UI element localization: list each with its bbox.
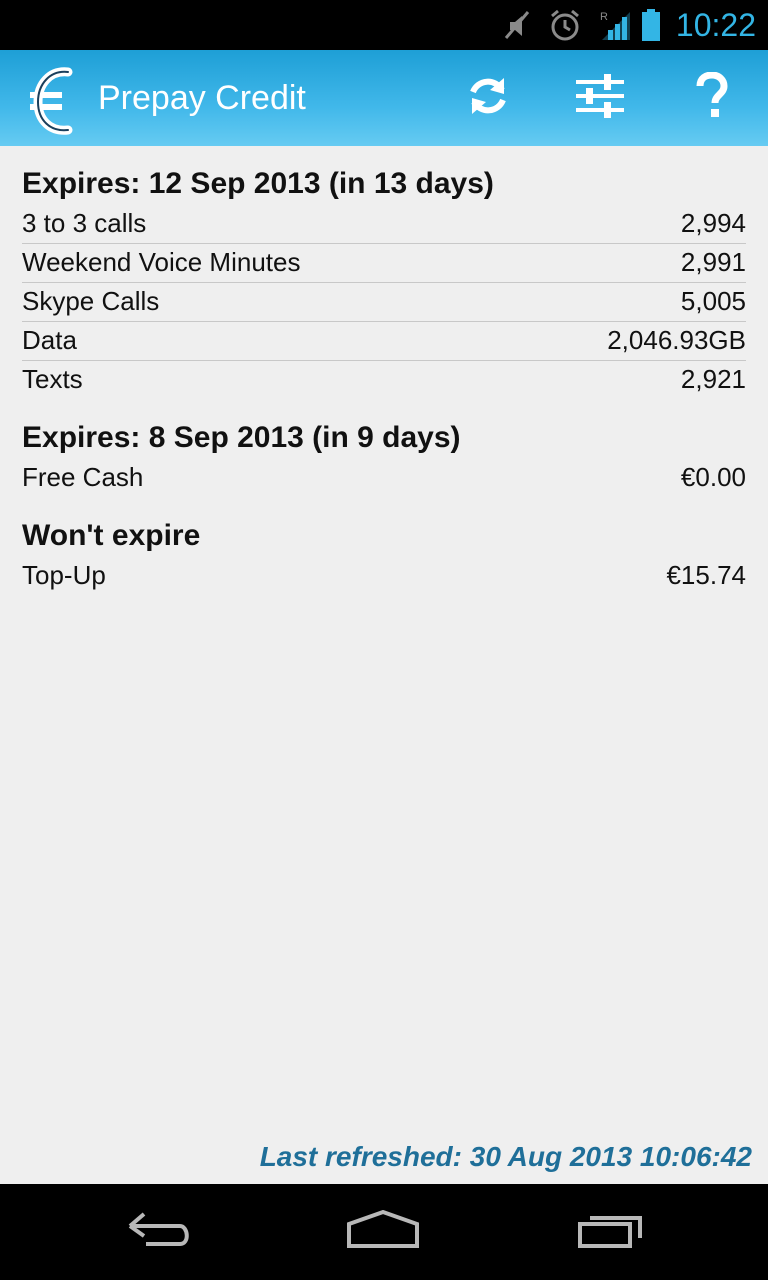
item-label: Texts (22, 364, 83, 394)
last-refreshed-text: Last refreshed: 30 Aug 2013 10:06:42 (259, 1141, 752, 1172)
section-heading: Won't expire (22, 519, 201, 552)
item-value: €0.00 (680, 462, 746, 492)
list-item[interactable]: Skype Calls 5,005 (22, 282, 746, 322)
refresh-button[interactable] (452, 66, 524, 130)
item-value: 2,991 (680, 247, 746, 277)
back-button[interactable] (104, 1204, 214, 1260)
item-value: 2,921 (680, 364, 746, 394)
euro-phone-icon[interactable] (28, 66, 80, 136)
battery-icon (640, 8, 662, 46)
action-bar: Prepay Credit (0, 50, 768, 146)
list-item[interactable]: 3 to 3 calls 2,994 (22, 204, 746, 244)
item-label: Top-Up (22, 560, 106, 590)
mute-icon (502, 8, 532, 46)
status-bar: R 10:22 (0, 0, 768, 50)
refresh-icon (464, 72, 512, 124)
list-item[interactable]: Weekend Voice Minutes 2,991 (22, 243, 746, 283)
item-label: Weekend Voice Minutes (22, 247, 301, 277)
settings-button[interactable] (564, 66, 636, 130)
item-value: 2,046.93GB (607, 325, 746, 355)
item-label: Free Cash (22, 462, 144, 492)
help-button[interactable] (676, 66, 748, 130)
list-item[interactable]: Texts 2,921 (22, 360, 746, 399)
svg-text:R: R (600, 11, 608, 23)
item-label: 3 to 3 calls (22, 208, 147, 238)
credit-list: Expires: 12 Sep 2013 (in 13 days) 3 to 3… (0, 146, 768, 1184)
item-value: 5,005 (680, 286, 746, 316)
app-title: Prepay Credit (98, 79, 306, 117)
help-icon (696, 71, 728, 124)
item-value: 2,994 (680, 208, 746, 238)
item-value: €15.74 (666, 560, 746, 590)
section-heading: Expires: 12 Sep 2013 (in 13 days) (22, 167, 494, 200)
back-icon (124, 1210, 194, 1254)
recents-icon (576, 1210, 646, 1254)
item-label: Skype Calls (22, 286, 160, 316)
sliders-icon (574, 72, 626, 124)
list-item[interactable]: Data 2,046.93GB (22, 321, 746, 361)
home-button[interactable] (328, 1204, 438, 1260)
alarm-icon (548, 8, 582, 46)
status-time: 10:22 (675, 7, 756, 43)
signal-roaming-icon: R (598, 8, 634, 46)
home-icon (345, 1209, 421, 1254)
navigation-bar (0, 1184, 768, 1280)
item-label: Data (22, 325, 77, 355)
list-item[interactable]: Free Cash €0.00 (22, 458, 746, 497)
recents-button[interactable] (556, 1204, 666, 1260)
list-item[interactable]: Top-Up €15.74 (22, 556, 746, 595)
section-heading: Expires: 8 Sep 2013 (in 9 days) (22, 421, 461, 454)
